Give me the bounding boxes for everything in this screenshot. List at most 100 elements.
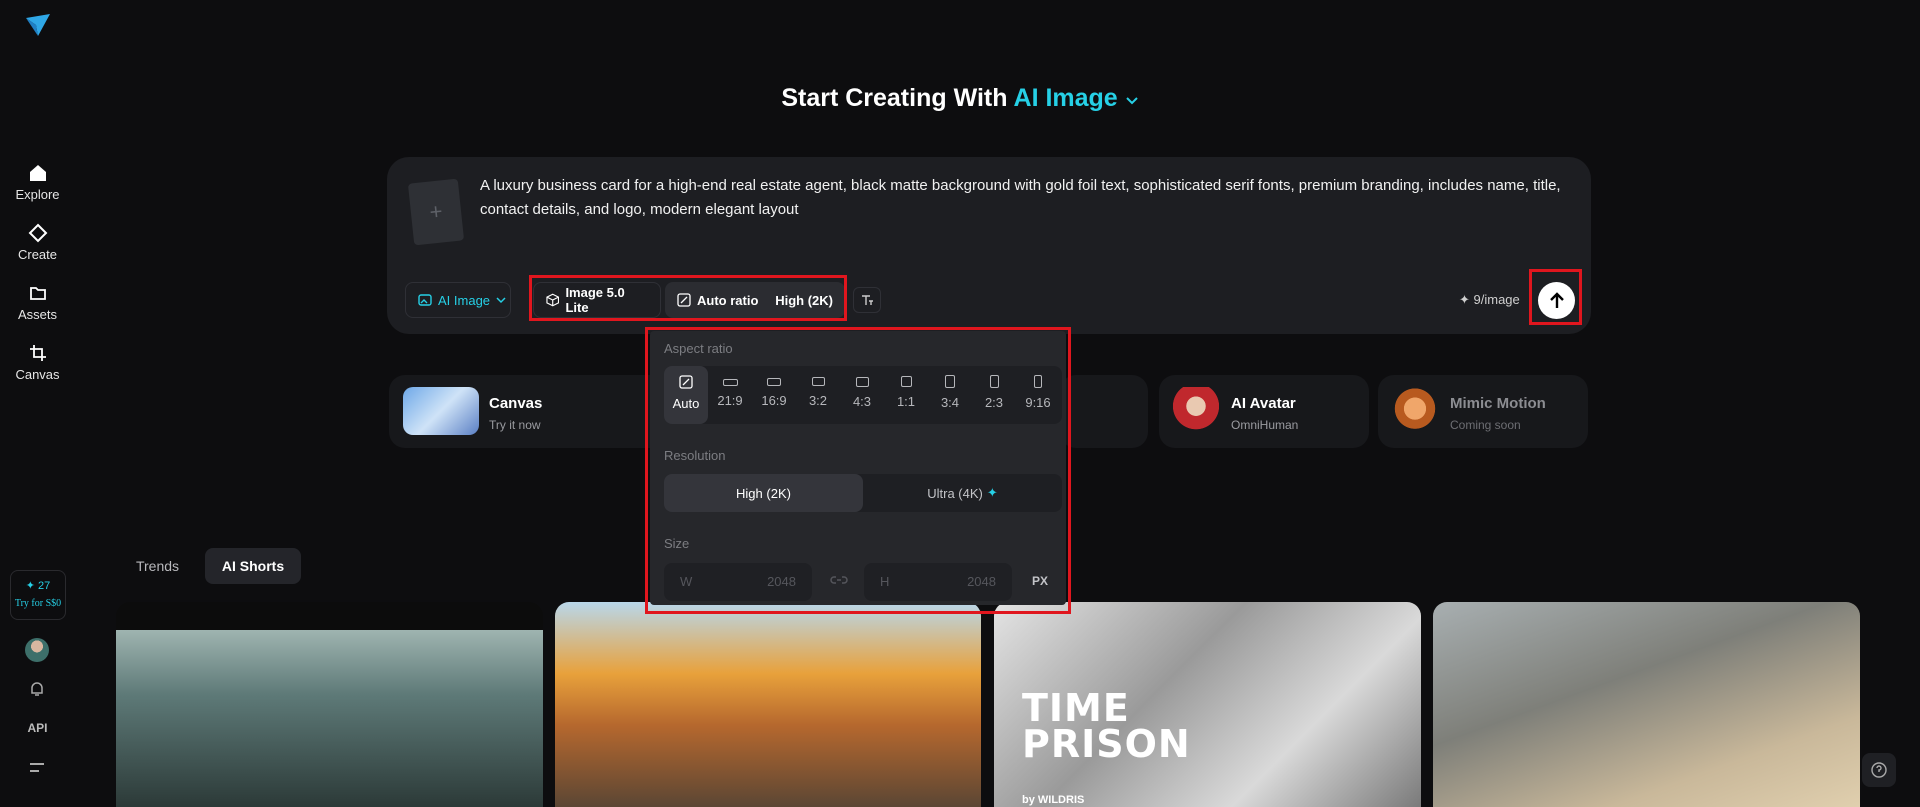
sidebar: Explore Create Assets Canvas ✦ 27 Try fo… <box>0 0 75 807</box>
diamond-icon <box>28 223 47 243</box>
gallery-card[interactable] <box>555 602 981 807</box>
ratio-option-1-1[interactable]: 1:1 <box>884 366 928 424</box>
feature-card-partial[interactable] <box>1060 375 1148 448</box>
ratio-option-3-2[interactable]: 3:2 <box>796 366 840 424</box>
aspect-ratio-popover: Aspect ratio Auto 21:9 16:9 3:2 4:3 1:1 … <box>650 331 1066 605</box>
feature-sub: Try it now <box>489 418 541 432</box>
ratio-option-2-3[interactable]: 2:3 <box>972 366 1016 424</box>
credits-promo[interactable]: ✦ 27 Try for S$0 <box>10 570 66 620</box>
tab-trends[interactable]: Trends <box>120 548 195 584</box>
mimic-motion-thumbnail <box>1390 387 1440 435</box>
avatar[interactable] <box>25 638 49 662</box>
ratio-option-16-9[interactable]: 16:9 <box>752 366 796 424</box>
gallery-card[interactable] <box>1433 602 1860 807</box>
try-label: Try for S$0 <box>14 598 62 609</box>
ratio-shape <box>900 376 912 387</box>
feature-card-ai-avatar[interactable]: AI Avatar OmniHuman <box>1159 375 1369 448</box>
ratio-shape <box>855 377 869 387</box>
width-field-label: W <box>680 574 693 589</box>
feature-name: Mimic Motion <box>1450 395 1546 412</box>
chevron-down-icon <box>1125 97 1138 105</box>
size-section-label: Size <box>664 536 690 551</box>
logo-icon[interactable] <box>24 10 52 38</box>
resolution-label: High (2K) <box>775 292 833 308</box>
generate-submit-button[interactable] <box>1538 282 1575 319</box>
sidebar-item-label: Create <box>17 247 58 262</box>
sidebar-item-canvas[interactable]: Canvas <box>0 343 75 382</box>
mode-switcher[interactable]: AI Image <box>1014 84 1139 112</box>
ratio-option-label: Auto <box>672 396 700 411</box>
ratio-option-3-4[interactable]: 3:4 <box>928 366 972 424</box>
aspect-ratio-options: Auto 21:9 16:9 3:2 4:3 1:1 3:4 2:3 9:16 <box>664 366 1062 424</box>
feature-card-mimic-motion[interactable]: Mimic Motion Coming soon <box>1378 375 1588 448</box>
aspect-ratio-label: Aspect ratio <box>664 341 733 356</box>
ratio-option-label: 2:3 <box>984 395 1004 410</box>
sidebar-item-explore[interactable]: Explore <box>0 163 75 202</box>
ratio-option-9-16[interactable]: 9:16 <box>1016 366 1060 424</box>
bell-icon[interactable] <box>28 680 46 698</box>
cost-per-image: ✦ 9/image <box>1459 292 1520 307</box>
resolution-option-ultra[interactable]: Ultra (4K) ✦ <box>863 474 1062 512</box>
help-button[interactable] <box>1862 753 1896 787</box>
image-icon <box>418 294 432 306</box>
ratio-label: Auto ratio <box>697 292 759 308</box>
width-field[interactable]: W 2048 <box>664 563 812 601</box>
prompt-input[interactable]: A luxury business card for a high-end re… <box>480 174 1570 222</box>
credits-value: 27 <box>38 580 51 592</box>
sidebar-item-label: Assets <box>17 307 57 322</box>
mode-dropdown[interactable]: AI Image <box>405 282 511 318</box>
ratio-option-label: 3:4 <box>940 395 960 410</box>
sidebar-item-label: Canvas <box>15 367 60 382</box>
ratio-option-label: 4:3 <box>852 394 872 409</box>
gallery-card[interactable]: TIME PRISON by WILDRIS <box>994 602 1421 807</box>
ratio-part: Auto ratio <box>677 293 758 308</box>
page-title: Start Creating With AI Image <box>0 84 1920 113</box>
ratio-option-label: 16:9 <box>761 393 787 408</box>
menu-icon[interactable] <box>28 761 46 775</box>
feature-sub: OmniHuman <box>1231 418 1299 432</box>
height-field[interactable]: H 2048 <box>864 563 1012 601</box>
ratio-shape <box>945 375 955 388</box>
aspect-ratio-icon <box>677 293 691 307</box>
sidebar-item-create[interactable]: Create <box>0 223 75 262</box>
ratio-option-auto[interactable]: Auto <box>664 366 708 424</box>
card-title-line: PRISON <box>1022 722 1191 766</box>
card-title: TIME PRISON <box>1022 686 1191 766</box>
resolution-option-label: High (2K) <box>736 485 791 501</box>
mode-dropdown-label: AI Image <box>438 292 491 308</box>
card-title-line: TIME <box>1022 686 1130 730</box>
model-settings-group: Image 5.0 Lite Auto ratio High (2K) <box>533 282 845 318</box>
cube-icon <box>546 293 560 307</box>
height-field-value: 2048 <box>967 574 996 589</box>
gallery-card[interactable] <box>116 602 543 807</box>
resolution-option-label: Ultra (4K) <box>927 485 983 501</box>
feature-sub: Coming soon <box>1450 418 1521 432</box>
arrow-up-icon <box>1549 291 1564 308</box>
chevron-down-icon <box>496 297 506 304</box>
resolution-option-high[interactable]: High (2K) <box>664 474 863 512</box>
ai-avatar-thumbnail <box>1171 387 1221 435</box>
crop-icon <box>29 345 46 361</box>
canvas-thumbnail <box>403 387 479 435</box>
api-link[interactable]: API <box>0 721 75 735</box>
text-style-button[interactable] <box>853 287 881 313</box>
model-selector[interactable]: Image 5.0 Lite <box>533 282 661 318</box>
ratio-option-label: 1:1 <box>896 394 916 409</box>
link-icon[interactable] <box>830 574 848 586</box>
tab-ai-shorts[interactable]: AI Shorts <box>205 548 301 584</box>
ratio-option-4-3[interactable]: 4:3 <box>840 366 884 424</box>
sidebar-item-label: Explore <box>15 187 60 202</box>
sparkle-icon: ✦ <box>986 485 998 500</box>
help-icon <box>1871 762 1887 778</box>
width-field-value: 2048 <box>767 574 796 589</box>
model-label: Image 5.0 Lite <box>565 285 625 315</box>
card-byline: by WILDRIS <box>1022 794 1085 806</box>
unit-label: PX <box>1032 574 1049 588</box>
mode-switcher-label: AI Image <box>1013 84 1118 112</box>
sidebar-item-assets[interactable]: Assets <box>0 283 75 322</box>
ratio-resolution-selector[interactable]: Auto ratio High (2K) <box>665 282 845 318</box>
text-icon <box>862 295 873 305</box>
ratio-shape <box>767 378 781 386</box>
ratio-option-21-9[interactable]: 21:9 <box>708 366 752 424</box>
upload-reference-button[interactable]: + <box>407 178 465 246</box>
